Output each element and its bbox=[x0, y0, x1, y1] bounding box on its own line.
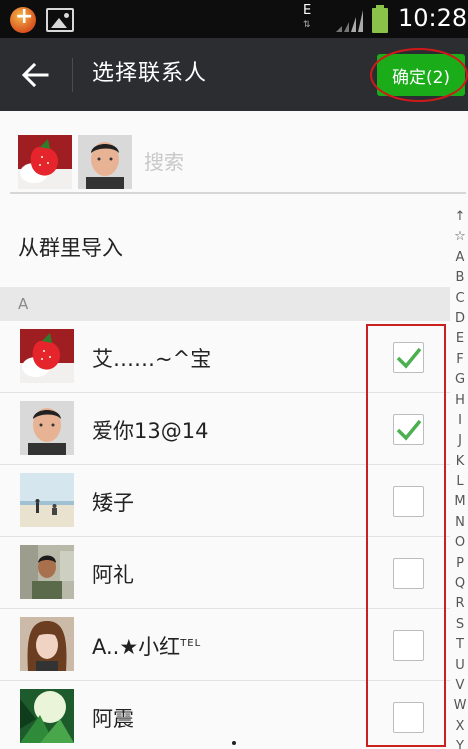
contact-avatar bbox=[20, 545, 74, 599]
bottom-dot bbox=[232, 741, 236, 745]
alphabet-index-letter[interactable]: T bbox=[452, 635, 468, 655]
contact-avatar bbox=[20, 689, 74, 743]
alphabet-index-letter[interactable]: X bbox=[452, 717, 468, 737]
network-type-indicator: E ⇅ bbox=[303, 4, 311, 32]
alphabet-index-letter[interactable]: Y bbox=[452, 737, 468, 749]
contact-name: A..★小红TEL bbox=[92, 631, 201, 661]
battery-icon bbox=[372, 5, 388, 33]
contact-row[interactable]: 艾……~^宝 bbox=[0, 321, 450, 393]
alphabet-index-letter[interactable]: H bbox=[452, 391, 468, 411]
search-input[interactable] bbox=[144, 149, 444, 175]
checkmark-icon bbox=[396, 347, 422, 369]
alphabet-index-letter[interactable]: G bbox=[452, 370, 468, 390]
contact-avatar bbox=[20, 473, 74, 527]
contact-name-suffix: TEL bbox=[180, 638, 202, 649]
contact-name-text: A..★小红 bbox=[92, 635, 181, 659]
alphabet-index-letter[interactable]: ☆ bbox=[452, 227, 468, 247]
alphabet-index-letter[interactable]: L bbox=[452, 472, 468, 492]
contact-checkbox[interactable] bbox=[393, 702, 424, 733]
contact-row[interactable]: 爱你13@14 bbox=[0, 393, 450, 465]
alphabet-index-letter[interactable]: W bbox=[452, 696, 468, 716]
import-from-group-label: 从群里导入 bbox=[18, 236, 123, 260]
search-underline bbox=[10, 192, 466, 194]
signal-icon bbox=[336, 10, 364, 32]
section-header-label: A bbox=[18, 295, 29, 313]
contact-checkbox[interactable] bbox=[393, 414, 424, 445]
contact-avatar bbox=[20, 617, 74, 671]
alphabet-index-letter[interactable]: S bbox=[452, 615, 468, 635]
alphabet-index-letter[interactable]: R bbox=[452, 594, 468, 614]
contact-row[interactable]: 矮子 bbox=[0, 465, 450, 537]
alphabet-index-letter[interactable]: F bbox=[452, 350, 468, 370]
clock: 10:28 bbox=[398, 4, 468, 32]
contact-row[interactable]: A..★小红TEL bbox=[0, 609, 450, 681]
action-bar: 选择联系人 确定(2) bbox=[0, 38, 468, 111]
alphabet-index-letter[interactable]: V bbox=[452, 676, 468, 696]
checkmark-icon bbox=[396, 419, 422, 441]
alphabet-index[interactable]: ↑ ☆ A B C D E F G H I J K L M N O P Q R … bbox=[452, 207, 468, 749]
alphabet-index-letter[interactable]: C bbox=[452, 289, 468, 309]
data-transfer-icon: ⇅ bbox=[303, 20, 311, 30]
contact-avatar bbox=[20, 329, 74, 383]
alphabet-index-letter[interactable]: A bbox=[452, 248, 468, 268]
network-type-label: E bbox=[303, 3, 312, 18]
action-bar-divider bbox=[72, 58, 73, 92]
section-header: A bbox=[0, 287, 450, 321]
selected-contacts-bar bbox=[0, 111, 468, 196]
gallery-notification-icon bbox=[46, 8, 74, 32]
contact-name: 艾……~^宝 bbox=[92, 347, 212, 371]
contact-list: 艾……~^宝 爱你13@14 矮子 阿礼 A..★小红TEL 阿震 bbox=[0, 321, 450, 749]
import-from-group-row[interactable]: 从群里导入 bbox=[0, 210, 450, 282]
alphabet-index-letter[interactable]: M bbox=[452, 492, 468, 512]
app-notification-icon bbox=[10, 4, 36, 33]
selected-avatar[interactable] bbox=[18, 135, 72, 189]
contact-row[interactable]: 阿礼 bbox=[0, 537, 450, 609]
contact-checkbox[interactable] bbox=[393, 630, 424, 661]
back-arrow-icon[interactable] bbox=[18, 58, 52, 92]
page-title: 选择联系人 bbox=[92, 61, 208, 86]
contact-avatar bbox=[20, 401, 74, 455]
alphabet-index-letter[interactable]: J bbox=[452, 431, 468, 451]
alphabet-index-letter[interactable]: ↑ bbox=[452, 207, 468, 227]
contact-row[interactable]: 阿震 bbox=[0, 681, 450, 749]
contact-name: 阿礼 bbox=[92, 563, 134, 587]
alphabet-index-letter[interactable]: K bbox=[452, 452, 468, 472]
alphabet-index-letter[interactable]: O bbox=[452, 533, 468, 553]
alphabet-index-letter[interactable]: B bbox=[452, 268, 468, 288]
status-bar: E ⇅ 10:28 bbox=[0, 0, 468, 38]
alphabet-index-letter[interactable]: D bbox=[452, 309, 468, 329]
contact-name: 矮子 bbox=[92, 491, 134, 515]
contact-name: 爱你13@14 bbox=[92, 419, 209, 443]
confirm-button[interactable]: 确定(2) bbox=[377, 54, 465, 96]
contact-checkbox[interactable] bbox=[393, 558, 424, 589]
contact-name: 阿震 bbox=[92, 707, 134, 731]
selected-avatar[interactable] bbox=[78, 135, 132, 189]
alphabet-index-letter[interactable]: Q bbox=[452, 574, 468, 594]
alphabet-index-letter[interactable]: N bbox=[452, 513, 468, 533]
contact-checkbox[interactable] bbox=[393, 342, 424, 373]
contact-checkbox[interactable] bbox=[393, 486, 424, 517]
alphabet-index-letter[interactable]: E bbox=[452, 329, 468, 349]
alphabet-index-letter[interactable]: I bbox=[452, 411, 468, 431]
alphabet-index-letter[interactable]: U bbox=[452, 656, 468, 676]
alphabet-index-letter[interactable]: P bbox=[452, 554, 468, 574]
